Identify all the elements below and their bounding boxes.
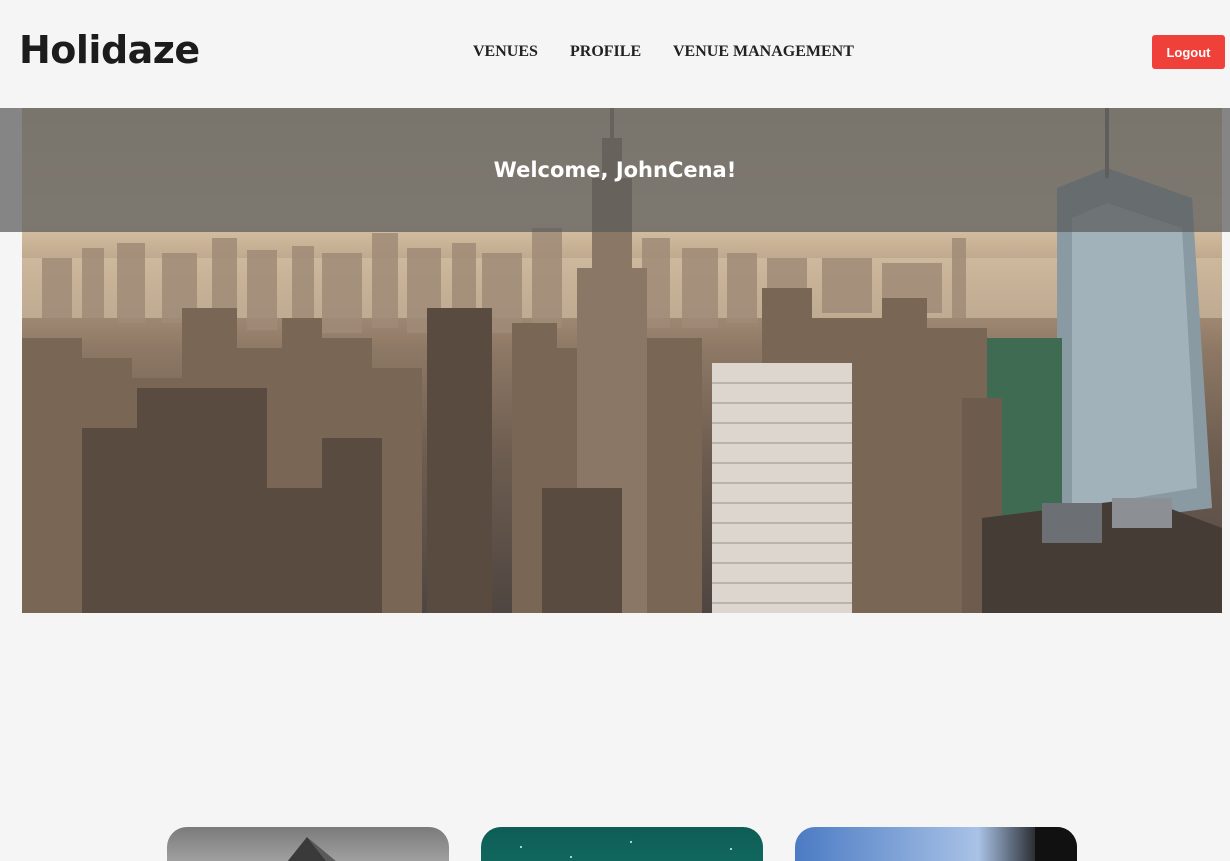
interior-photo <box>1035 827 1077 861</box>
welcome-heading: Welcome, JohnCena! <box>493 158 737 182</box>
aurora-photo <box>520 841 732 858</box>
nav-link-venue-management[interactable]: VENUE MANAGEMENT <box>673 43 854 61</box>
nav-link-profile[interactable]: PROFILE <box>570 43 641 61</box>
venue-card-image[interactable] <box>167 827 449 861</box>
venue-card-image[interactable] <box>795 827 1077 861</box>
site-header: Holidaze VENUES PROFILE VENUE MANAGEMENT… <box>0 0 1230 108</box>
nav-link-venues[interactable]: VENUES <box>473 43 538 61</box>
logout-button[interactable]: Logout <box>1152 35 1225 69</box>
venue-card-image[interactable] <box>481 827 763 861</box>
main-nav: VENUES PROFILE VENUE MANAGEMENT <box>0 43 1230 63</box>
building-photo <box>287 837 336 861</box>
